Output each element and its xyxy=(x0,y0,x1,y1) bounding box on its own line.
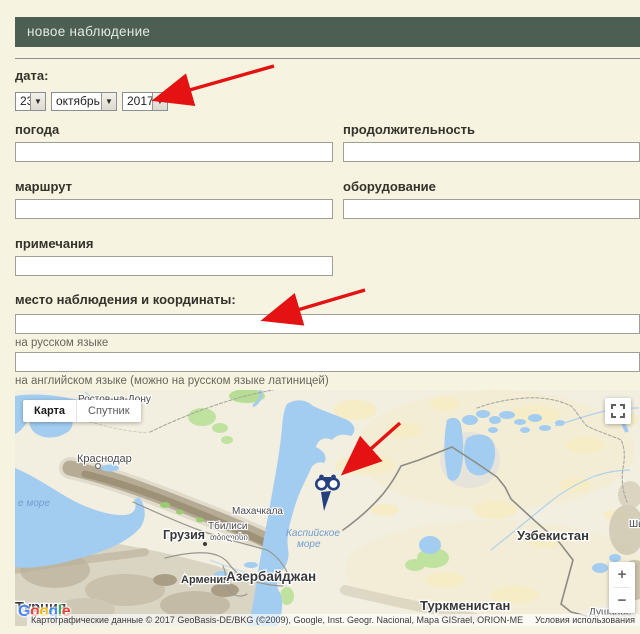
dropdown-arrow-icon[interactable]: ▼ xyxy=(152,93,167,110)
duration-input[interactable] xyxy=(343,142,640,162)
duration-label: продолжительность xyxy=(343,122,475,137)
map[interactable]: Ростов-на-Дону Краснодар Махачкала Грузи… xyxy=(15,390,640,626)
map-label-azerbaijan: Азербайджан xyxy=(226,569,316,584)
map-label-krasnodar: Краснодар xyxy=(77,453,132,465)
fullscreen-button[interactable] xyxy=(605,398,631,424)
month-select-value: октябрь xyxy=(52,93,101,110)
map-label-armenia: Армения xyxy=(181,574,230,586)
map-label-black-sea-clipped: е море xyxy=(18,498,50,509)
weather-input[interactable] xyxy=(15,142,333,162)
location-en-caption: на английском языке (можно на русском яз… xyxy=(15,375,329,387)
location-en-input[interactable] xyxy=(15,352,640,372)
equipment-input[interactable] xyxy=(343,199,640,219)
location-label: место наблюдения и координаты: xyxy=(15,292,236,307)
dropdown-arrow-icon[interactable]: ▼ xyxy=(101,93,116,110)
map-button[interactable]: Карта xyxy=(23,400,76,422)
map-label-turkmenistan: Туркменистан xyxy=(420,598,510,613)
day-select[interactable]: 23 ▼ xyxy=(15,92,46,111)
page-title-bar: новое наблюдение xyxy=(15,17,640,47)
page-title: новое наблюдение xyxy=(27,24,150,39)
map-label-georgia: Грузия xyxy=(163,528,205,542)
terms-of-use-link[interactable]: Условия использования xyxy=(527,614,640,626)
map-label-shymkent-clipped: Шы xyxy=(629,519,640,530)
map-attribution-bar: Картографические данные © 2017 GeoBasis-… xyxy=(27,614,640,626)
dropdown-arrow-icon[interactable]: ▼ xyxy=(30,93,45,110)
notes-label: примечания xyxy=(15,236,94,251)
map-canvas[interactable]: Ростов-на-Дону Краснодар Махачкала Грузи… xyxy=(15,390,640,626)
month-select[interactable]: октябрь ▼ xyxy=(51,92,117,111)
satellite-button[interactable]: Спутник xyxy=(76,400,140,422)
year-select[interactable]: 2017 ▼ xyxy=(122,92,168,111)
map-label-caspian-sea-1: Каспийское xyxy=(286,528,340,539)
equipment-label: оборудование xyxy=(343,179,436,194)
annotation-arrow-date xyxy=(158,66,274,99)
route-input[interactable] xyxy=(15,199,333,219)
zoom-out-button[interactable]: − xyxy=(609,588,635,613)
route-label: маршрут xyxy=(15,179,72,194)
map-attribution-text: Картографические данные © 2017 GeoBasis-… xyxy=(27,614,527,626)
city-dot-tbilisi xyxy=(203,542,207,546)
location-ru-input[interactable] xyxy=(15,314,640,334)
zoom-in-button[interactable]: + xyxy=(609,562,635,587)
map-label-caspian-sea-2: море xyxy=(297,539,321,550)
water-aral-east xyxy=(464,435,495,476)
weather-label: погода xyxy=(15,122,59,137)
map-label-tbilisi: Тбилиси xyxy=(208,520,247,532)
day-select-value: 23 xyxy=(16,93,30,110)
map-type-control: Карта Спутник xyxy=(23,400,141,422)
location-ru-caption: на русском языке xyxy=(15,337,108,349)
divider-rule xyxy=(15,58,640,59)
map-label-uzbekistan: Узбекистан xyxy=(517,528,589,543)
notes-input[interactable] xyxy=(15,256,333,276)
map-label-makhachkala: Махачкала xyxy=(232,506,283,517)
map-label-tbilisi-georgian: თბილისი xyxy=(210,532,248,543)
zoom-control: + − xyxy=(609,562,635,613)
year-select-value: 2017 xyxy=(123,93,152,110)
fullscreen-icon xyxy=(611,404,625,418)
date-label: дата: xyxy=(15,68,48,83)
